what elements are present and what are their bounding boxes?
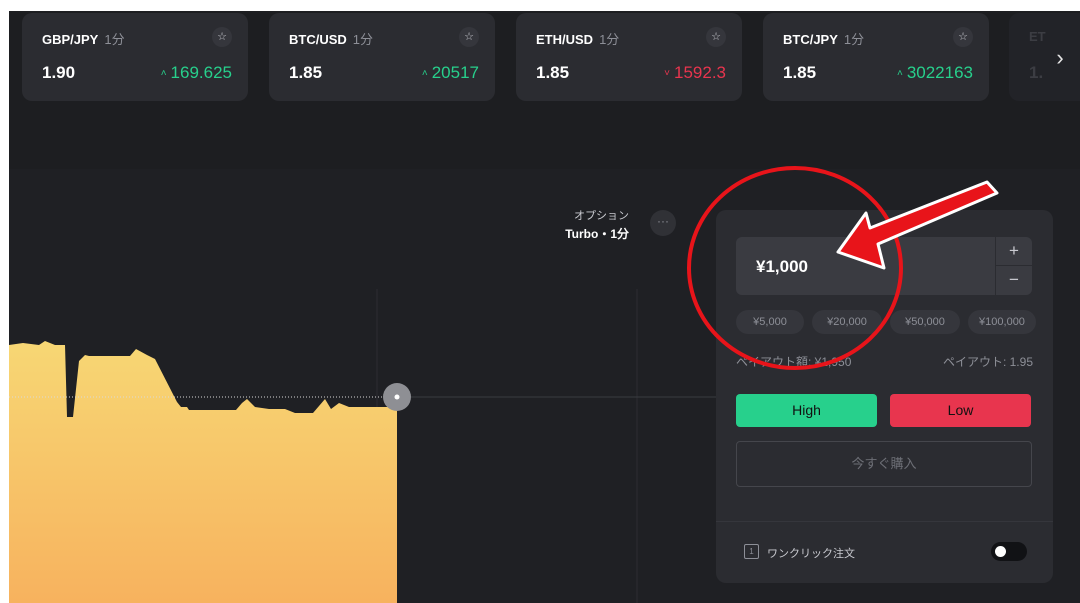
ticker-price: ˅ 1592.3: [664, 63, 726, 82]
ticker-pair: GBP/JPY: [42, 32, 99, 47]
one-click-toggle[interactable]: [991, 542, 1027, 561]
ticker-payout: 1.85: [536, 63, 570, 82]
ticker-price: ˄ 3022163: [896, 63, 973, 82]
amount-input[interactable]: ¥1,000 + −: [736, 237, 1032, 295]
ticker-payout: 1.90: [42, 63, 76, 82]
more-icon[interactable]: ···: [650, 210, 676, 236]
ticker-strip: GBP/JPY 1分 ☆ 1.90 ˄ 169.625 BTC/USD 1分 ☆ 1.…: [9, 11, 1080, 169]
up-arrow-icon: ˄: [160, 68, 167, 79]
preset-100000[interactable]: ¥100,000: [968, 310, 1036, 334]
ticker-card-btcusd[interactable]: BTC/USD 1分 ☆ 1.85 ˄ 20517: [269, 13, 495, 101]
ticker-payout: 1.85: [783, 63, 817, 82]
star-icon[interactable]: ☆: [212, 27, 232, 47]
preset-20000[interactable]: ¥20,000: [812, 310, 882, 334]
divider: [716, 521, 1053, 522]
trade-panel: ¥1,000 + − ¥5,000 ¥20,000 ¥50,000 ¥100,0…: [716, 210, 1053, 583]
one-click-icon: 1: [744, 544, 759, 559]
option-label: オプション: [574, 210, 629, 222]
ticker-timeframe: 1分: [599, 32, 620, 47]
plus-icon[interactable]: +: [996, 237, 1032, 265]
ticker-payout: 1.: [1029, 63, 1044, 82]
high-button[interactable]: High: [736, 394, 877, 427]
amount-value[interactable]: ¥1,000: [756, 257, 808, 277]
payout-amount: ペイアウト額: ¥1,950: [736, 355, 852, 369]
ticker-price: ˄ 20517: [421, 63, 479, 82]
up-arrow-icon: ˄: [896, 68, 903, 79]
ticker-pair: ETH/USD: [536, 32, 594, 47]
low-button[interactable]: Low: [890, 394, 1031, 427]
amount-presets: ¥5,000 ¥20,000 ¥50,000 ¥100,000: [736, 310, 1036, 334]
amount-stepper: + −: [995, 237, 1032, 295]
star-icon[interactable]: ☆: [459, 27, 479, 47]
toggle-knob: [995, 546, 1006, 557]
ticker-pair: ET: [1029, 29, 1046, 44]
ticker-timeframe: 1分: [843, 32, 865, 47]
price-area: [9, 341, 397, 603]
ticker-timeframe: 1分: [352, 32, 374, 47]
ticker-card-gbpjpy[interactable]: GBP/JPY 1分 ☆ 1.90 ˄ 169.625: [22, 13, 248, 101]
down-arrow-icon: ˅: [664, 68, 670, 79]
one-click-label: ワンクリック注文: [767, 548, 855, 560]
chevron-right-icon[interactable]: ›: [1045, 43, 1075, 73]
ticker-price: ˄ 169.625: [160, 63, 232, 82]
up-arrow-icon: ˄: [421, 68, 428, 79]
buy-now-button[interactable]: 今すぐ購入: [736, 441, 1032, 487]
payout-rate: ペイアウト: 1.95: [942, 355, 1033, 369]
trading-app: GBP/JPY 1分 ☆ 1.90 ˄ 169.625 BTC/USD 1分 ☆ 1.…: [9, 11, 1080, 603]
preset-50000[interactable]: ¥50,000: [890, 310, 960, 334]
ticker-pair: BTC/JPY: [783, 32, 838, 47]
ticker-card-btcjpy[interactable]: BTC/JPY 1分 ☆ 1.85 ˄ 3022163: [763, 13, 989, 101]
star-icon[interactable]: ☆: [706, 27, 726, 47]
preset-5000[interactable]: ¥5,000: [736, 310, 804, 334]
current-price-dot: [394, 394, 400, 400]
ticker-pair: BTC/USD: [289, 32, 347, 47]
ticker-timeframe: 1分: [104, 32, 125, 47]
minus-icon[interactable]: −: [996, 265, 1032, 294]
ticker-card-ethusd[interactable]: ETH/USD 1分 ☆ 1.85 ˅ 1592.3: [516, 13, 742, 101]
option-value[interactable]: Turbo・1分: [539, 225, 629, 242]
ticker-payout: 1.85: [289, 63, 323, 82]
star-icon[interactable]: ☆: [953, 27, 973, 47]
